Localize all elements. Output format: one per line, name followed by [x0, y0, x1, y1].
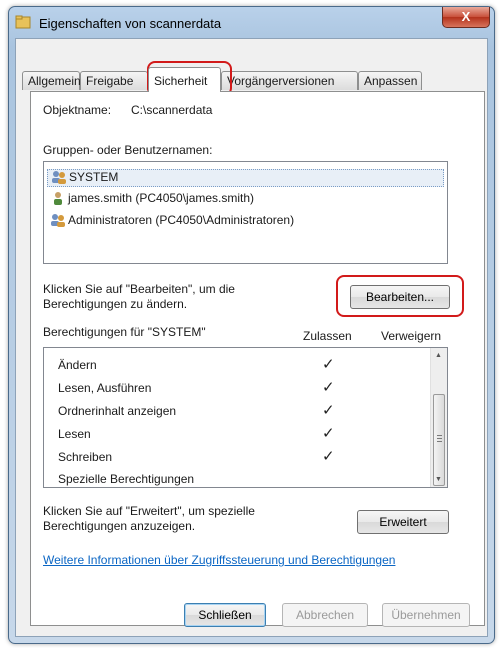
tab-sicherheit[interactable]: Sicherheit	[148, 67, 221, 92]
advanced-button[interactable]: Erweitert	[357, 510, 449, 534]
apply-button[interactable]: Übernehmen	[382, 603, 470, 627]
title-bar[interactable]: Eigenschaften von scannerdata X	[9, 7, 494, 39]
scroll-down-arrow-icon[interactable]: ▼	[435, 476, 442, 483]
groups-listbox[interactable]: SYSTEM james.smith (PC4050\james.smith) …	[43, 161, 448, 264]
allow-checkmark: ✓	[322, 379, 335, 396]
users-group-icon	[52, 171, 66, 184]
column-allow-header: Zulassen	[303, 329, 352, 343]
list-item-system[interactable]: SYSTEM	[47, 169, 444, 187]
tab-freigabe[interactable]: Freigabe	[80, 71, 148, 90]
thumb-grip	[437, 441, 442, 442]
close-window-button[interactable]: X	[442, 7, 490, 28]
properties-dialog: Eigenschaften von scannerdata X Allgemei…	[8, 6, 495, 644]
list-item-james-smith[interactable]: james.smith (PC4050\james.smith)	[50, 191, 254, 205]
folder-icon	[15, 15, 31, 29]
group-name: Administratoren (PC4050\Administratoren)	[68, 213, 295, 227]
permissions-list[interactable]: Ändern ✓ Lesen, Ausführen ✓ Ordnerinhalt…	[43, 347, 448, 488]
list-item-administratoren[interactable]: Administratoren (PC4050\Administratoren)	[50, 213, 294, 227]
allow-checkmark: ✓	[322, 402, 335, 419]
tab-vorgaengerversionen[interactable]: Vorgängerversionen	[221, 71, 358, 90]
group-name: james.smith (PC4050\james.smith)	[68, 191, 255, 205]
edit-hint-line2: Berechtigungen zu ändern.	[43, 297, 188, 311]
tab-anpassen[interactable]: Anpassen	[358, 71, 422, 90]
permission-name: Ändern	[58, 358, 97, 372]
column-deny-header: Verweigern	[381, 329, 442, 343]
users-group-icon	[51, 214, 65, 227]
edit-button-highlight-annotation	[336, 275, 464, 317]
user-icon	[54, 192, 62, 205]
access-control-info-link[interactable]: Weitere Informationen über Zugriffssteue…	[43, 553, 395, 567]
dialog-client-area: Allgemein Freigabe Sicherheit Vorgängerv…	[15, 38, 488, 637]
window-title: Eigenschaften von scannerdata	[39, 16, 222, 31]
thumb-grip	[437, 438, 442, 439]
advanced-hint-line2: Berechtigungen anzuzeigen.	[43, 519, 196, 533]
advanced-hint-line1: Klicken Sie auf "Erweitert", um speziell…	[43, 504, 255, 518]
allow-checkmark: ✓	[322, 448, 335, 465]
allow-checkmark: ✓	[322, 425, 335, 442]
object-name-value: C:\scannerdata	[131, 103, 213, 117]
scroll-up-arrow-icon[interactable]: ▲	[435, 352, 442, 359]
group-name: SYSTEM	[69, 170, 119, 184]
security-tab-panel: Objektname: C:\scannerdata Gruppen- oder…	[30, 91, 485, 626]
permission-name: Schreiben	[58, 450, 113, 464]
groups-label: Gruppen- oder Benutzernamen:	[43, 143, 213, 157]
permission-name: Spezielle Berechtigungen	[58, 472, 195, 486]
permissions-label: Berechtigungen für "SYSTEM"	[43, 325, 206, 339]
edit-hint-line1: Klicken Sie auf "Bearbeiten", um die	[43, 282, 235, 296]
permission-name: Lesen	[58, 427, 91, 441]
permission-name: Ordnerinhalt anzeigen	[58, 404, 177, 418]
cancel-button[interactable]: Abbrechen	[282, 603, 368, 627]
tab-allgemein[interactable]: Allgemein	[22, 71, 81, 90]
close-button[interactable]: Schließen	[184, 603, 266, 627]
object-name-label: Objektname:	[43, 103, 112, 117]
permissions-scrollbar[interactable]: ▲ ▼	[430, 348, 447, 487]
thumb-grip	[437, 435, 442, 436]
allow-checkmark: ✓	[322, 356, 335, 373]
permission-name: Lesen, Ausführen	[58, 381, 152, 395]
scrollbar-thumb[interactable]	[433, 394, 445, 486]
